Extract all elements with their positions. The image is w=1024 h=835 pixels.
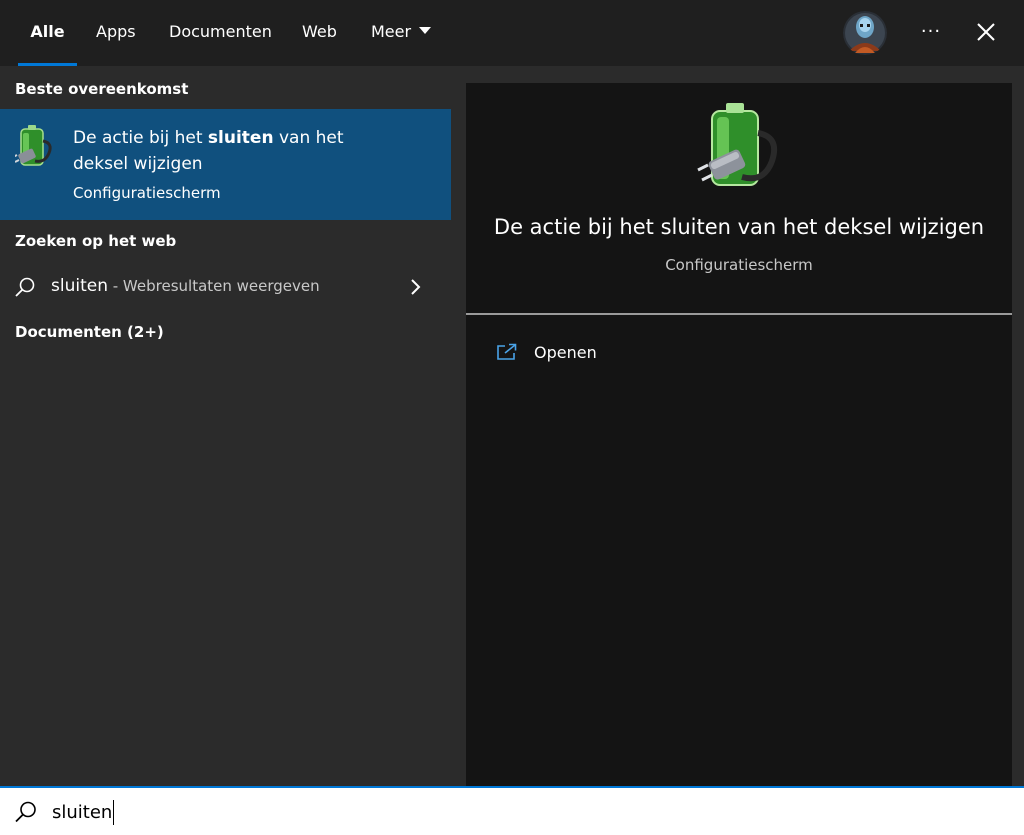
battery-power-plug-icon (696, 103, 786, 193)
preview-divider (466, 313, 1012, 315)
chevron-right-icon[interactable] (408, 277, 422, 297)
tab-all[interactable]: Alle (18, 0, 77, 66)
best-match-heading: Beste overeenkomst (15, 80, 189, 98)
preview-title: De actie bij het sluiten van het deksel … (493, 215, 985, 239)
caret-down-icon (419, 27, 432, 34)
close-button[interactable] (973, 18, 999, 46)
tab-web[interactable]: Web (302, 0, 337, 66)
tab-more-label: Meer (371, 22, 412, 41)
text-cursor (113, 800, 114, 825)
preview-pane: De actie bij het sluiten van het deksel … (451, 66, 1024, 786)
best-match-title-highlight: sluiten (207, 128, 274, 148)
preview-card: De actie bij het sluiten van het deksel … (466, 83, 1012, 786)
search-icon (15, 277, 35, 297)
close-icon (977, 23, 995, 41)
avatar[interactable] (843, 11, 887, 55)
web-search-result[interactable]: sluiten - Webresultaten weergeven (0, 266, 451, 308)
results-pane: Beste overeenkomst De actie bij het slui… (0, 66, 451, 786)
search-input[interactable]: sluiten (52, 802, 112, 823)
documents-heading[interactable]: Documenten (2+) (15, 323, 164, 341)
tab-apps-label: Apps (96, 22, 136, 41)
search-icon (15, 801, 36, 823)
tab-more-dropdown[interactable]: Meer (371, 0, 432, 66)
best-match-result[interactable]: De actie bij het sluiten van het deksel … (0, 109, 451, 220)
open-action-label: Openen (534, 343, 597, 362)
tab-documents-label: Documenten (169, 22, 272, 41)
web-result-text: sluiten - Webresultaten weergeven (51, 276, 320, 296)
preview-subtitle: Configuratiescherm (665, 256, 813, 274)
tab-apps[interactable]: Apps (96, 0, 136, 66)
best-match-title: De actie bij het sluiten van het deksel … (73, 125, 373, 177)
more-options-button[interactable]: ··· (914, 18, 948, 46)
web-result-hint: - Webresultaten weergeven (107, 277, 320, 295)
tab-all-label: Alle (30, 22, 65, 41)
search-box[interactable]: sluiten (0, 786, 1024, 835)
battery-power-plug-icon (12, 125, 55, 169)
best-match-subtitle: Configuratiescherm (73, 184, 221, 202)
more-options-icon: ··· (920, 21, 942, 42)
tab-documents[interactable]: Documenten (169, 0, 272, 66)
tab-web-label: Web (302, 22, 337, 41)
web-search-heading: Zoeken op het web (15, 232, 177, 250)
search-scope-tabs: Alle Apps Documenten Web Meer ··· (0, 0, 1024, 66)
web-result-term: sluiten (51, 276, 108, 296)
best-match-title-start: De actie bij het (73, 128, 208, 148)
open-external-icon (497, 343, 517, 360)
